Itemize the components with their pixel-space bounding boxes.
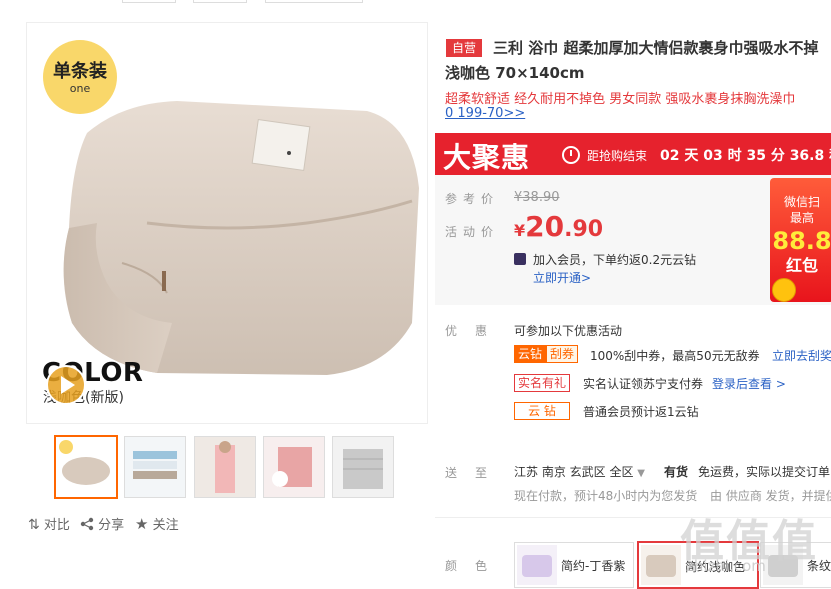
top-tab-1[interactable] [122, 0, 176, 3]
thumb-model-image [195, 437, 255, 497]
wechat-promo-line4: 红包 [785, 256, 818, 275]
product-title: 三利 浴巾 超柔加厚加大情侣款裹身巾强吸水不掉 [493, 39, 819, 57]
promotions-label: 优惠 [445, 324, 506, 338]
color-option-1[interactable]: 简约-丁香紫 [514, 542, 634, 588]
yunzuan-tag-2: 云 钻 [514, 402, 570, 420]
product-subtitle: 超柔软舒适 经久耐用不掉色 男女同款 强吸水裹身抹胸洗澡巾 [445, 92, 796, 107]
star-icon: ★ [135, 515, 149, 533]
thumb-grey-towel-image [333, 437, 393, 497]
thumbnail-2[interactable] [124, 436, 186, 498]
site-watermark-url: zhizhi.com [686, 557, 766, 575]
thumb-stack-image [125, 437, 185, 497]
yunzuan-tag: 云钻 [514, 345, 547, 363]
product-sub-link[interactable]: 0 199-70>> [445, 106, 525, 121]
thumb-towel-image [56, 437, 116, 497]
login-view-link[interactable]: 登录后查看 > [712, 375, 786, 392]
product-title-line2: 浅咖色 70×140cm [445, 64, 585, 82]
chevron-down-icon: ▼ [637, 468, 645, 479]
follow-label: 关注 [152, 518, 179, 533]
ref-price-label: 参考价 [445, 192, 500, 206]
share-button[interactable]: 分享 [80, 514, 124, 533]
countdown-timer: 02 天 03 时 35 分 36.8 秒 [660, 148, 831, 164]
share-label: 分享 [98, 518, 125, 533]
badge-sub-text: one [69, 82, 91, 95]
act-price-int: 20 [525, 210, 565, 243]
thumbnail-5[interactable] [332, 436, 394, 498]
promo-banner: 大聚惠 距抢购结束 02 天 03 时 35 分 36.8 秒 [435, 133, 831, 175]
region-text: 江苏 南京 玄武区 全区 [514, 465, 634, 479]
follow-button[interactable]: ★ 关注 [135, 514, 179, 533]
thumbnail-1[interactable] [54, 435, 118, 499]
self-operated-tag: 自营 [446, 39, 483, 57]
compare-label: 对比 [43, 518, 70, 533]
act-price-label: 活动价 [445, 225, 500, 239]
banner-logo: 大聚惠 [443, 141, 531, 174]
top-tab-3[interactable] [265, 0, 363, 3]
badge-main-text: 单条装 [53, 61, 107, 82]
countdown-label: 距抢购结束 [587, 149, 648, 163]
wechat-promo-amount: 88.8 [772, 227, 831, 255]
vip-text: 加入会员，下单约返0.2元云钻 [533, 253, 697, 267]
vip-open-link[interactable]: 立即开通> [533, 269, 591, 286]
clock-icon [562, 146, 580, 164]
scratch-link[interactable]: 立即去刮奖 [772, 347, 831, 364]
share-icon [80, 517, 94, 531]
yunzuan-return-text: 普通会员预计返1云钻 [583, 405, 699, 419]
video-play-icon[interactable] [46, 365, 86, 405]
scratch-tag: 刮券 [546, 345, 579, 363]
coin-icon [772, 278, 796, 302]
wechat-promo-line2: 最高 [789, 211, 814, 225]
thumbnail-4[interactable] [263, 436, 325, 498]
color-label: 颜色 [445, 559, 506, 573]
thumb-pink-towel-image [264, 437, 324, 497]
delivery-note: 现在付款，预计48小时内为您发货 [514, 489, 698, 503]
act-price-currency: ¥ [514, 221, 526, 240]
delivery-label: 送至 [445, 466, 506, 480]
stock-status: 有货 [664, 465, 689, 479]
seller-note: 由 供应商 发货，并提供 [710, 489, 831, 503]
single-pack-badge: 单条装 one [43, 40, 117, 114]
promotions-intro: 可参加以下优惠活动 [514, 324, 623, 338]
ref-price-value: ¥38.90 [514, 190, 560, 205]
lilac-swatch-image [517, 545, 557, 585]
color-option-1-label: 简约-丁香紫 [561, 559, 626, 573]
beige-swatch-image [641, 545, 681, 585]
compare-button[interactable]: ⇅ 对比 [28, 514, 70, 533]
realname-text: 实名认证领苏宁支付券 [583, 377, 704, 391]
act-price-dec: .90 [564, 217, 604, 242]
wechat-promo-line1: 微信扫 [783, 195, 820, 209]
freight-text: 免运费，实际以提交订单 [698, 465, 831, 479]
region-selector[interactable]: 江苏 南京 玄武区 全区 ▼ [514, 463, 645, 480]
vip-icon [514, 253, 526, 265]
top-tab-2[interactable] [193, 0, 247, 3]
act-price-value: ¥20.90 [514, 210, 603, 243]
compare-icon: ⇅ [28, 517, 40, 533]
scratch-text: 100%刮中券，最高50元无敌券 [590, 349, 760, 363]
thumbnail-3[interactable] [194, 436, 256, 498]
realname-tag: 实名有礼 [514, 374, 571, 392]
